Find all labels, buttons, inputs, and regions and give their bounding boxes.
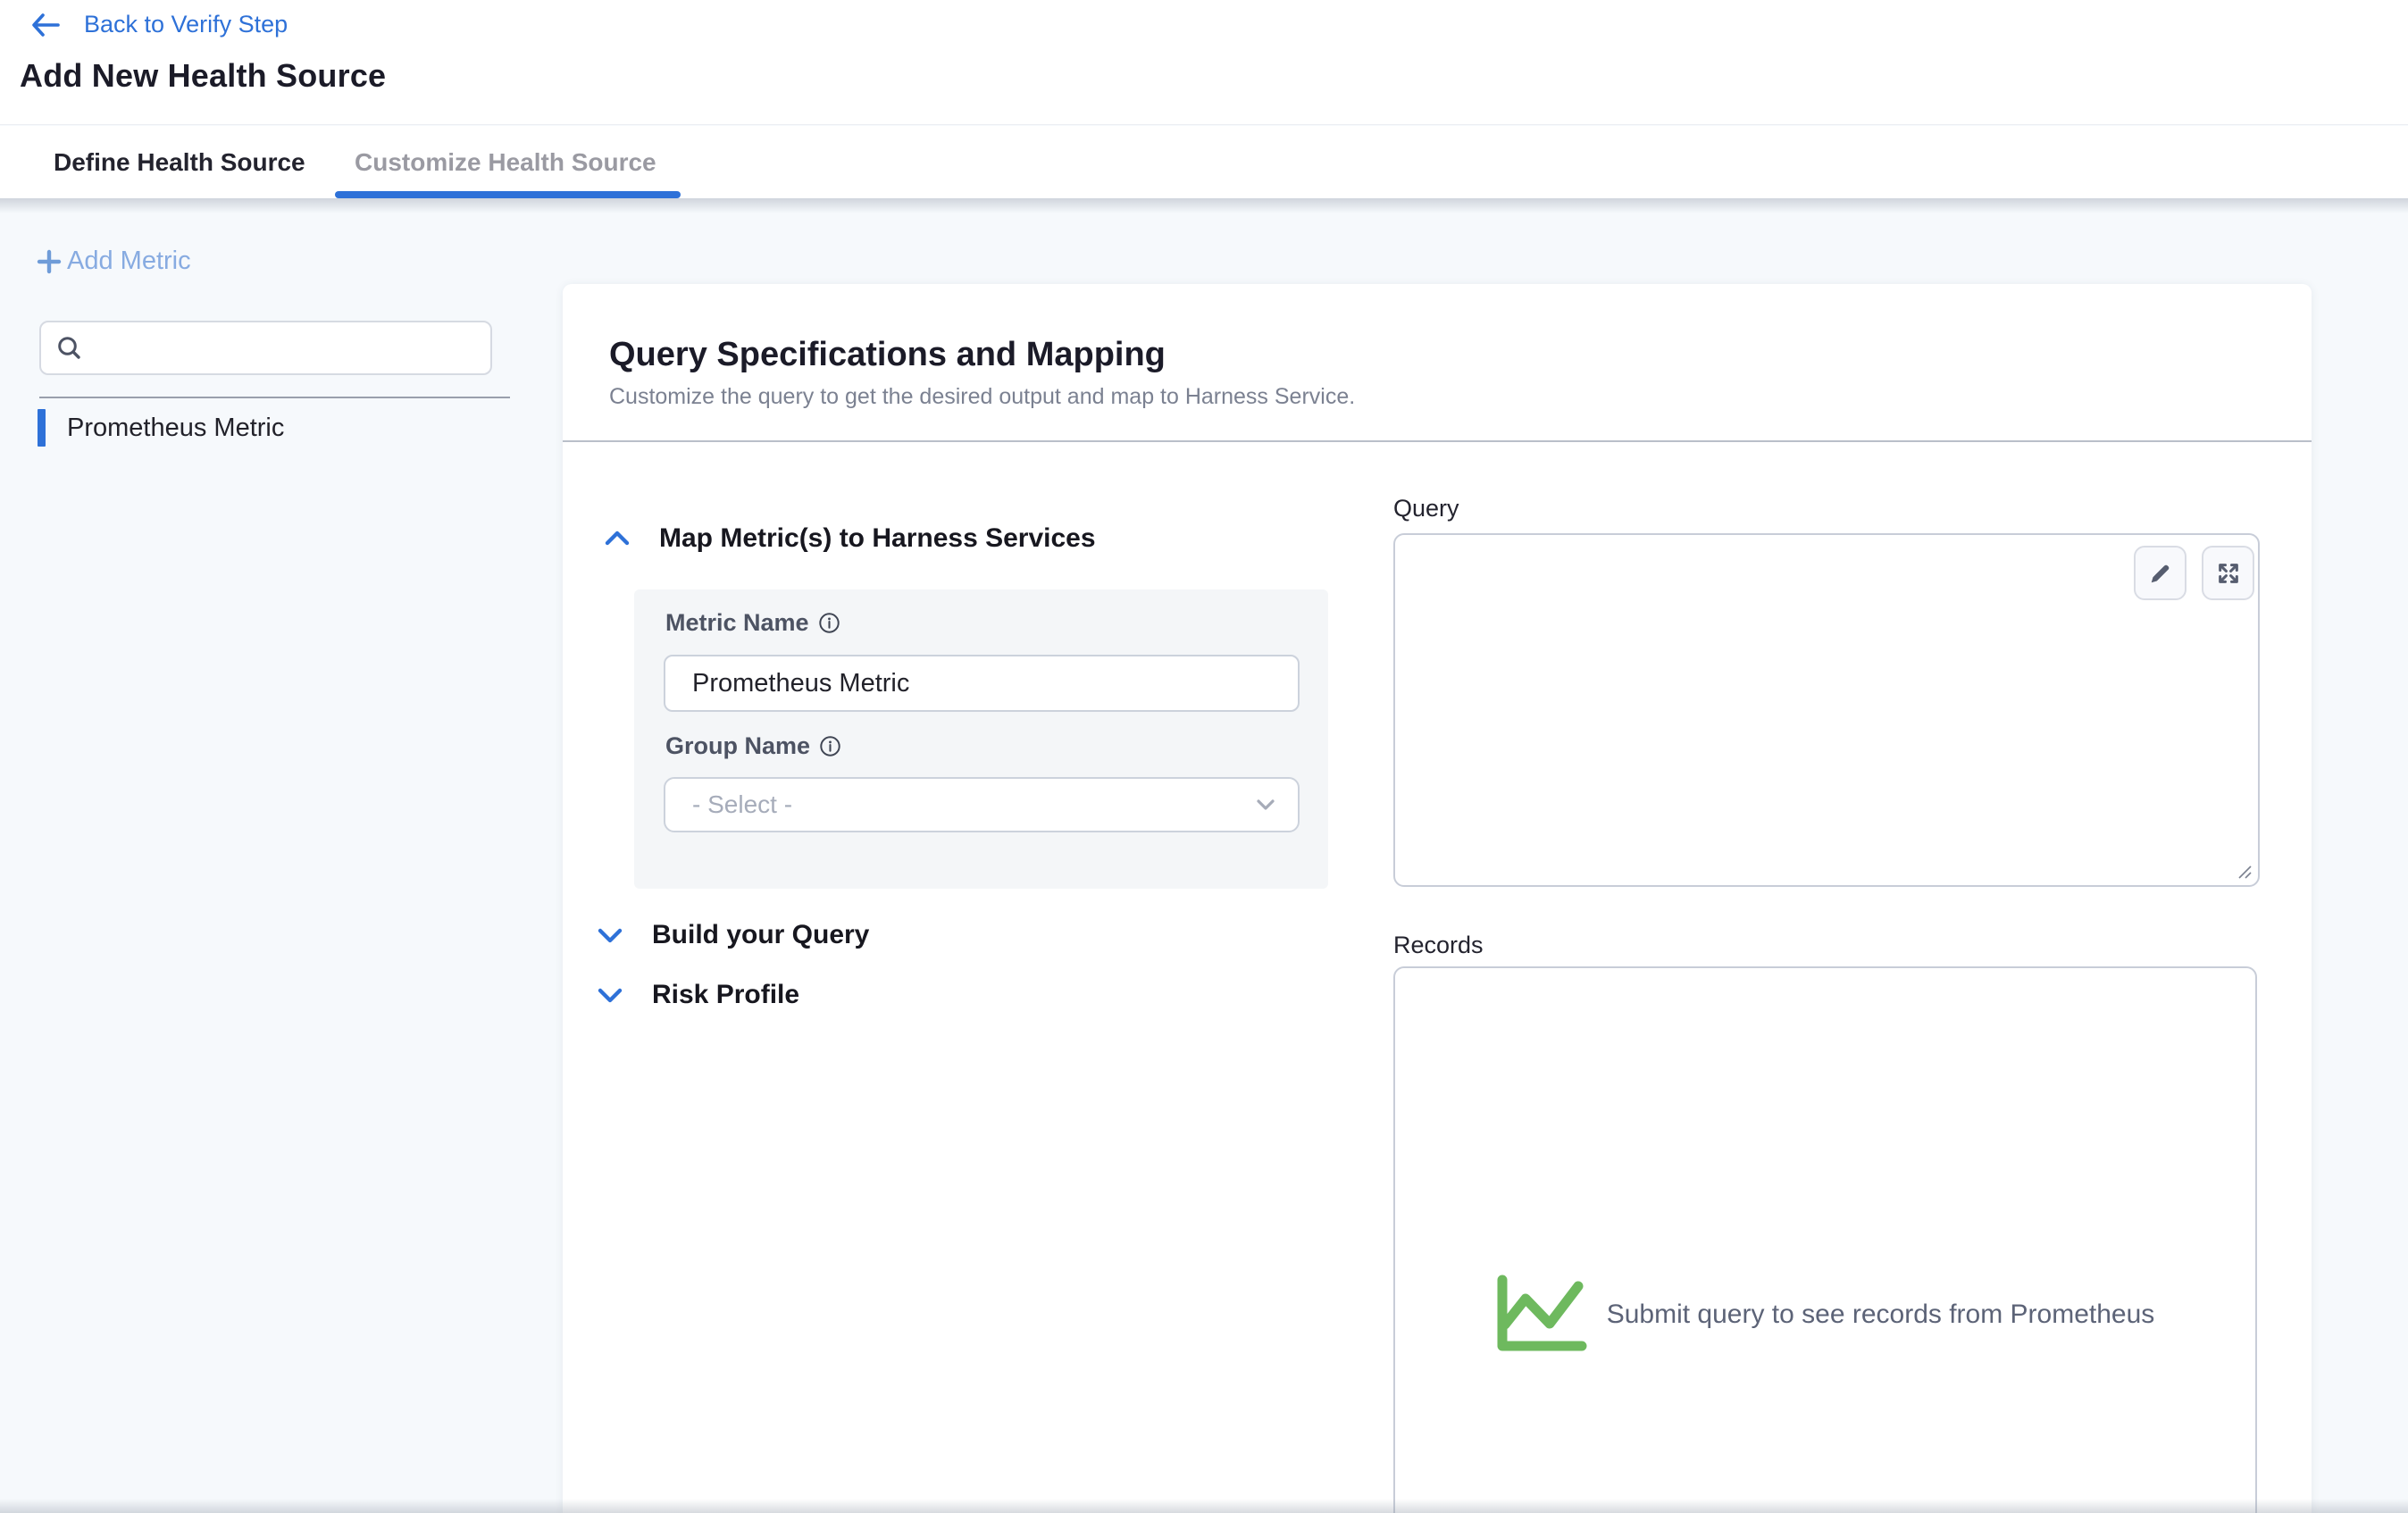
metric-name-label: Metric Name xyxy=(665,609,809,637)
group-name-select[interactable]: - Select - xyxy=(664,777,1300,832)
back-link-label: Back to Verify Step xyxy=(84,11,288,38)
panel-heading: Query Specifications and Mapping xyxy=(609,336,1166,374)
tab-customize-health-source[interactable]: Customize Health Source xyxy=(355,126,656,198)
panel-divider xyxy=(563,440,2312,442)
group-name-label: Group Name xyxy=(665,732,810,760)
search-icon xyxy=(55,334,84,363)
metric-name-input[interactable] xyxy=(664,655,1300,712)
metric-search-input[interactable] xyxy=(84,322,490,373)
panel-subheading: Customize the query to get the desired o… xyxy=(609,384,1355,410)
add-health-source-page: Back to Verify Step Add New Health Sourc… xyxy=(0,0,2408,1513)
section-build-your-query-label: Build your Query xyxy=(652,920,869,950)
plus-icon xyxy=(36,248,63,275)
add-metric-button[interactable]: Add Metric xyxy=(36,247,191,276)
tab-define-health-source[interactable]: Define Health Source xyxy=(54,126,305,198)
records-label: Records xyxy=(1393,932,1484,959)
chevron-down-icon xyxy=(597,984,623,1006)
chevron-up-icon xyxy=(604,528,631,549)
back-to-verify-step-link[interactable]: Back to Verify Step xyxy=(30,11,288,38)
query-label: Query xyxy=(1393,495,1459,522)
pencil-icon xyxy=(2148,561,2173,586)
metric-search-box xyxy=(39,321,492,375)
metric-name-label-row: Metric Name xyxy=(665,609,840,637)
page-header: Back to Verify Step Add New Health Sourc… xyxy=(0,0,2408,125)
chevron-down-icon xyxy=(597,924,623,946)
active-tab-indicator xyxy=(335,191,681,198)
info-icon[interactable] xyxy=(818,612,840,634)
arrow-left-icon xyxy=(30,12,61,38)
metric-item-label: Prometheus Metric xyxy=(67,414,284,443)
section-risk-profile[interactable]: Risk Profile xyxy=(597,980,799,1010)
textarea-resize-handle[interactable] xyxy=(2236,863,2253,881)
chevron-down-icon xyxy=(1257,799,1275,810)
query-editor-box xyxy=(1393,533,2260,887)
query-specifications-panel: Query Specifications and Mapping Customi… xyxy=(563,284,2312,1513)
edit-query-button[interactable] xyxy=(2134,546,2186,600)
expand-arrows-icon xyxy=(2216,561,2241,586)
records-empty-state: Submit query to see records from Prometh… xyxy=(1393,966,2257,1513)
add-metric-label: Add Metric xyxy=(67,247,191,276)
sidebar-divider xyxy=(39,397,510,398)
records-empty-text: Submit query to see records from Prometh… xyxy=(1607,1300,2155,1330)
sidebar-item-prometheus-metric[interactable]: Prometheus Metric xyxy=(38,409,284,447)
line-chart-icon xyxy=(1496,1275,1589,1355)
group-name-label-row: Group Name xyxy=(665,732,841,760)
query-textarea[interactable] xyxy=(1395,535,2258,885)
metric-mapping-card: Metric Name Group Name xyxy=(634,589,1328,889)
expand-query-button[interactable] xyxy=(2202,546,2254,600)
section-build-your-query[interactable]: Build your Query xyxy=(597,920,869,950)
section-risk-profile-label: Risk Profile xyxy=(652,980,799,1010)
section-map-metrics[interactable]: Map Metric(s) to Harness Services xyxy=(604,523,1096,554)
page-title: Add New Health Source xyxy=(20,57,386,95)
group-name-placeholder: - Select - xyxy=(692,790,792,819)
health-source-tabbar: Define Health Source Customize Health So… xyxy=(0,126,2408,198)
section-map-metrics-label: Map Metric(s) to Harness Services xyxy=(659,523,1096,554)
selected-item-bar xyxy=(38,409,46,447)
info-icon[interactable] xyxy=(819,735,841,757)
tabbar-shadow xyxy=(0,198,2408,213)
